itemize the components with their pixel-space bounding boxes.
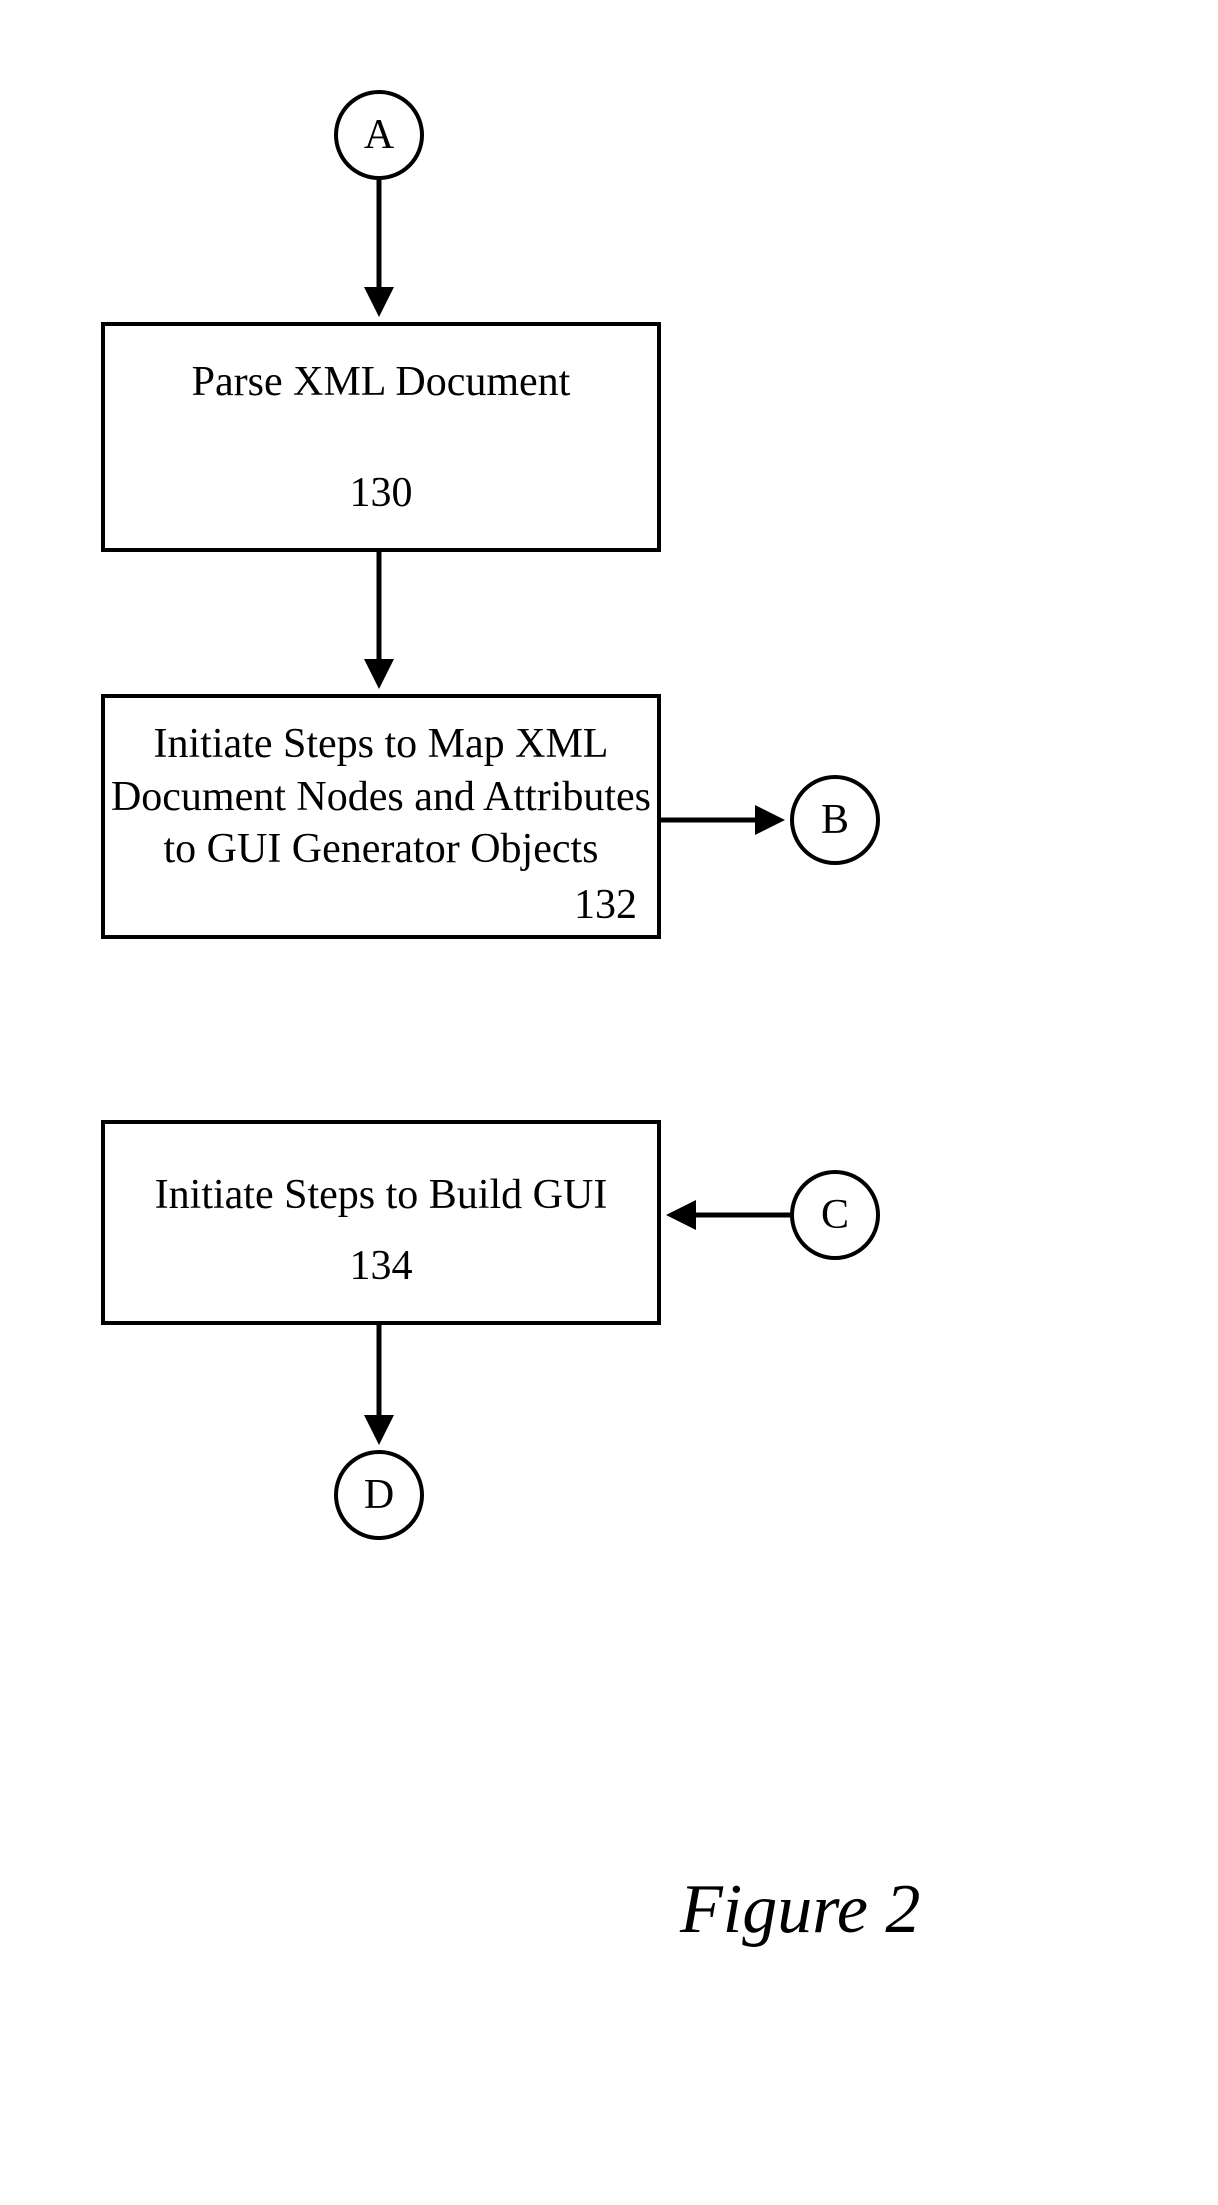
process-box-map-text-line1: Initiate Steps to Map XML (105, 718, 657, 771)
connector-d-label: D (364, 1471, 394, 1519)
process-box-map-num: 132 (574, 881, 637, 929)
process-box-parse-text: Parse XML Document (105, 356, 657, 409)
process-box-map-text-line3: to GUI Generator Objects (105, 823, 657, 876)
process-box-map: Initiate Steps to Map XML Document Nodes… (101, 694, 661, 939)
process-box-build-num: 134 (105, 1242, 657, 1290)
process-box-build: Initiate Steps to Build GUI 134 (101, 1120, 661, 1325)
connector-a-label: A (364, 111, 394, 159)
process-box-map-text-line2: Document Nodes and Attributes (105, 771, 657, 824)
process-box-parse-num: 130 (105, 469, 657, 517)
connector-c-label: C (821, 1191, 849, 1239)
connector-a: A (334, 90, 424, 180)
figure-caption: Figure 2 (680, 1870, 920, 1950)
flowchart-canvas: A Parse XML Document 130 Initiate Steps … (0, 0, 1218, 2205)
process-box-build-text: Initiate Steps to Build GUI (105, 1169, 657, 1222)
connector-d: D (334, 1450, 424, 1540)
connector-b: B (790, 775, 880, 865)
connector-b-label: B (821, 796, 849, 844)
connector-c: C (790, 1170, 880, 1260)
process-box-parse: Parse XML Document 130 (101, 322, 661, 552)
